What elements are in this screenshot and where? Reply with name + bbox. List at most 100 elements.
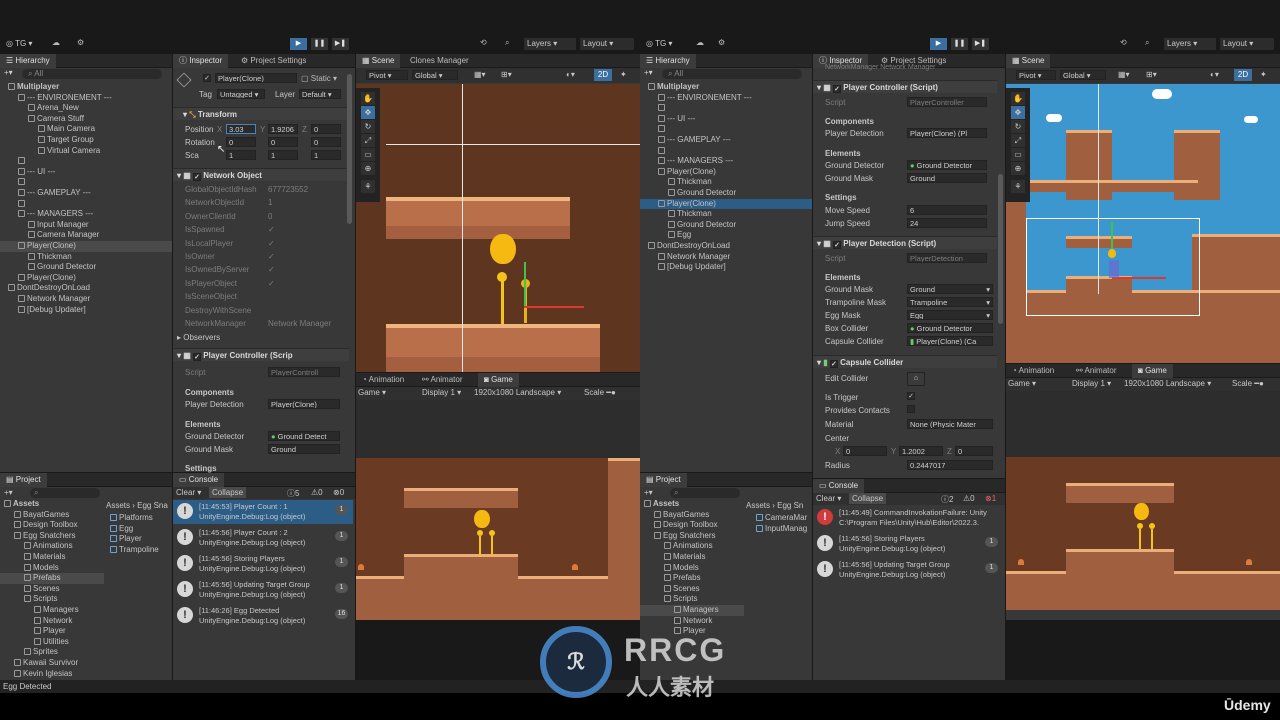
hierarchy-item[interactable]: Player(Clone) [0, 241, 172, 252]
r-project-add-icon[interactable]: +▾ [644, 488, 653, 497]
r-scale-slider[interactable]: Scale ━● [1232, 379, 1264, 388]
project-search[interactable]: ⌕ [30, 488, 100, 498]
r-hierarchy-item[interactable] [640, 124, 812, 135]
r-shading-icon[interactable]: ◐▾ [1210, 70, 1219, 79]
r-pd-enabled[interactable]: ✓ [833, 241, 842, 249]
console-log-entry[interactable]: ! [11:45:56] Updating Target Group UnityEn… [173, 578, 353, 602]
r-hand-tool[interactable]: ✋ [1011, 92, 1025, 105]
r-cc-material-field[interactable]: None (Physic Mater [907, 419, 993, 429]
project-tree-item[interactable]: Egg Snatchers [0, 531, 104, 542]
tag-dropdown[interactable]: Untagged ▾ [217, 89, 265, 99]
r-move-gizmo-x[interactable] [1112, 277, 1166, 279]
r-info-count[interactable]: ⓘ2 [941, 494, 953, 505]
r-project-tree-item[interactable]: Animations [640, 541, 744, 552]
project-file[interactable]: Egg [110, 524, 133, 535]
r-project-tree-item[interactable]: Managers [640, 605, 744, 616]
snap-icon[interactable]: ⊞▾ [501, 70, 512, 79]
project-tree-item[interactable]: Materials [0, 552, 104, 563]
custom-tool[interactable]: ⚘ [361, 180, 375, 193]
move-gizmo-x[interactable] [524, 306, 584, 308]
r-project-tree-item[interactable]: BayatGames [640, 510, 744, 521]
r-game-viewport[interactable] [1006, 457, 1280, 610]
r-cc-center-y[interactable]: 1.2002 [899, 446, 943, 456]
console-log-entry[interactable]: ! [11:45:53] Player Count : 1 UnityEngine.… [173, 500, 353, 524]
tab-animator[interactable]: ⚯ Animator [416, 373, 469, 387]
rotate-tool[interactable]: ↻ [361, 120, 375, 133]
pc-ground-mask-dropdown[interactable]: Ground [268, 444, 340, 454]
r-hierarchy-search[interactable]: ⌕ All [662, 69, 802, 79]
hierarchy-item[interactable]: --- GAMEPLAY --- [0, 188, 172, 199]
tab-inspector[interactable]: ⓘ Inspector [173, 54, 229, 68]
r-layout-dropdown[interactable]: Layout ▾ [1220, 38, 1274, 50]
r-player-controller-header[interactable]: ▾ ▦ ✓ Player Controller (Script) [813, 80, 997, 93]
project-tree-item[interactable]: Assets [0, 499, 104, 510]
rotation-z-field[interactable]: 0 [311, 137, 341, 147]
r-game-mode-dropdown[interactable]: Game ▾ [1008, 379, 1036, 388]
r-add-icon[interactable]: +▾ [644, 68, 653, 77]
r-hierarchy-item[interactable]: Ground Detector [640, 188, 812, 199]
r-step-button[interactable]: ▶❚ [972, 38, 989, 50]
project-tree-item[interactable]: Utilities [0, 637, 104, 648]
r-hierarchy-item[interactable]: Multiplayer [640, 82, 812, 93]
r-mode-2d-button[interactable]: 2D [1234, 69, 1252, 81]
display-dropdown[interactable]: Display 1 ▾ [422, 388, 461, 397]
project-tree-item[interactable]: Network [0, 616, 104, 627]
transform-header[interactable]: ▾ ⤡ Transform [173, 107, 349, 120]
r-tab-animation[interactable]: ◔ Animation [1006, 364, 1060, 378]
hierarchy-item[interactable]: Camera Stuff [0, 114, 172, 125]
r-console-log-entry[interactable]: ! [11:45:56] Updating Target Group UnityEn… [813, 558, 1003, 582]
r-hierarchy-item[interactable]: Egg [640, 230, 812, 241]
r-tab-hierarchy[interactable]: ☰ Hierarchy [640, 54, 696, 68]
pc-player-detection-field[interactable]: Player(Clone) [268, 399, 340, 409]
r-global-dropdown[interactable]: Global ▾ [1060, 70, 1106, 80]
position-x-field[interactable]: 3.03 [226, 124, 256, 134]
project-tree-item[interactable]: Sprites [0, 647, 104, 658]
r-tab-animator[interactable]: ⚯ Animator [1070, 364, 1123, 378]
game-viewport[interactable] [356, 458, 640, 620]
r-hierarchy-item[interactable]: --- MANAGERS --- [640, 156, 812, 167]
clear-button[interactable]: Clear ▾ [176, 488, 201, 497]
search-icon[interactable]: ⌕ [505, 38, 509, 48]
r-collapse-button[interactable]: Collapse [849, 493, 887, 504]
r-project-file[interactable]: InputManag [756, 524, 807, 535]
mode-2d-button[interactable]: 2D [594, 69, 612, 81]
position-z-field[interactable]: 0 [311, 124, 341, 134]
r-hierarchy-item[interactable] [640, 146, 812, 157]
r-project-tree-item[interactable]: Design Toolbox [640, 520, 744, 531]
r-hierarchy-item[interactable]: --- GAMEPLAY --- [640, 135, 812, 146]
r-hierarchy-item[interactable] [640, 103, 812, 114]
tab-hierarchy[interactable]: ☰ Hierarchy [0, 54, 56, 68]
r-transform-tool[interactable]: ⊕ [1011, 162, 1025, 175]
r-hierarchy-item[interactable]: DontDestroyOnLoad [640, 241, 812, 252]
layers-dropdown[interactable]: Layers ▾ [524, 38, 576, 50]
hierarchy-item[interactable] [0, 156, 172, 167]
project-add-icon[interactable]: +▾ [4, 488, 13, 497]
hierarchy-search[interactable]: ⌕ All [22, 69, 162, 79]
play-button[interactable]: ▶ [290, 38, 307, 50]
hierarchy-item[interactable]: Camera Manager [0, 230, 172, 241]
r-scale-tool[interactable]: ⤢ [1011, 134, 1025, 147]
r-search-icon[interactable]: ⌕ [1145, 38, 1149, 48]
r-resolution-dropdown[interactable]: 1920x1080 Landscape ▾ [1124, 379, 1211, 388]
r-inspector-scrollbar[interactable] [998, 174, 1003, 324]
r-project-tree-item[interactable]: Materials [640, 552, 744, 563]
r-hierarchy-item[interactable]: Thickman [640, 209, 812, 220]
hierarchy-item[interactable]: --- MANAGERS --- [0, 209, 172, 220]
r-cc-contacts-checkbox[interactable] [907, 405, 915, 413]
network-object-header[interactable]: ▾ ▦ ✓ Network Object [173, 168, 349, 181]
hierarchy-item[interactable]: Arena_New [0, 103, 172, 114]
inspector-scrollbar[interactable] [347, 74, 352, 224]
observers-foldout[interactable]: ▸ Observers [177, 333, 220, 342]
project-file[interactable]: Platforms [110, 513, 153, 524]
r-cc-trigger-checkbox[interactable]: ✓ [907, 392, 915, 400]
step-button[interactable]: ▶❚ [332, 38, 349, 50]
warning-count[interactable]: ⚠0 [311, 488, 323, 497]
r-error-count[interactable]: ⊗1 [985, 494, 996, 503]
r-breadcrumb-egg-snatchers[interactable]: Egg Sn [777, 501, 803, 510]
r-player-detection-header[interactable]: ▾ ▦ ✓ Player Detection (Script) [813, 236, 997, 249]
r-hierarchy-item[interactable]: Network Manager [640, 252, 812, 263]
resolution-dropdown[interactable]: 1920x1080 Landscape ▾ [474, 388, 561, 397]
console-log-entry[interactable]: ! [11:45:56] Storing Players UnityEngine.D… [173, 552, 353, 576]
scale-x-field[interactable]: 1 [226, 150, 256, 160]
tab-scene[interactable]: ▦ Scene [356, 54, 401, 68]
